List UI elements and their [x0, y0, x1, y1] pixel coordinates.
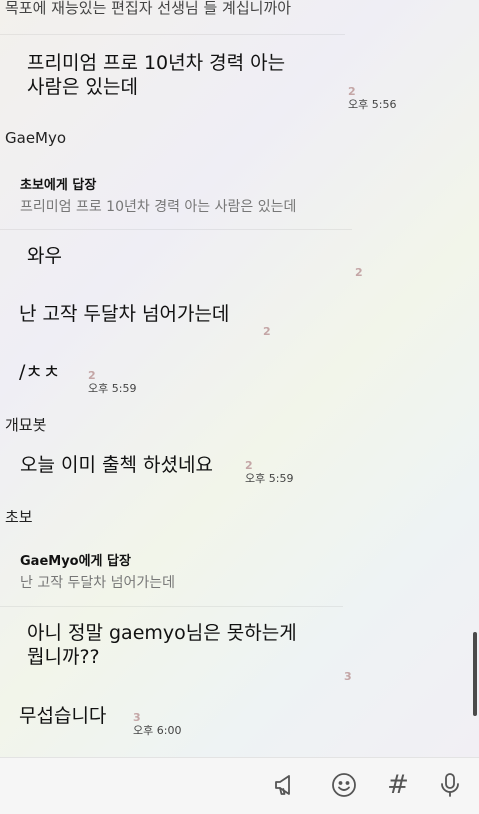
megaphone-icon[interactable] — [272, 771, 300, 799]
unread-count: 3 — [133, 711, 141, 724]
message-meta: 2 — [355, 266, 363, 279]
message-time: 오후 5:59 — [88, 382, 137, 395]
reply-quote[interactable]: 초보에게 답장 프리미엄 프로 10년차 경력 아는 사람은 있는데 — [20, 174, 296, 216]
unread-count: 2 — [88, 369, 96, 382]
message-meta: 3 오후 6:00 — [133, 711, 181, 737]
microphone-icon[interactable] — [436, 771, 464, 799]
message-text: 난 고작 두달차 넘어가는데 — [19, 303, 230, 325]
message-text: 무섭습니다 — [19, 705, 107, 727]
divider — [0, 34, 345, 35]
message-text: 와우 — [27, 245, 62, 267]
message-time: 오후 5:56 — [348, 98, 397, 111]
message-meta: 2 오후 5:56 — [348, 85, 396, 111]
reply-title: GaeMyo에게 답장 — [20, 554, 131, 569]
reply-title: 초보에게 답장 — [20, 178, 97, 193]
message-meta: 2 오후 5:59 — [245, 459, 293, 485]
hashtag-icon[interactable]: # — [384, 771, 412, 799]
emoji-icon[interactable] — [330, 771, 358, 799]
unread-count: 2 — [263, 325, 271, 338]
message-meta: 2 — [263, 325, 271, 338]
message-text: 오늘 이미 출첵 하셨네요 — [20, 454, 213, 476]
input-toolbar: # — [0, 757, 479, 814]
sender-name[interactable]: 초보 — [5, 506, 33, 527]
message-meta: 2 오후 5:59 — [88, 369, 136, 395]
message-time: 오후 5:59 — [245, 472, 294, 485]
reply-text: 프리미엄 프로 10년차 경력 아는 사람은 있는데 — [20, 199, 297, 215]
reply-quote[interactable]: GaeMyo에게 답장 난 고작 두달차 넘어가는데 — [20, 550, 175, 592]
scrollbar-thumb[interactable] — [473, 632, 477, 716]
sender-name[interactable]: 개묘봇 — [5, 414, 46, 435]
divider — [0, 229, 352, 230]
message-text: 프리미엄 프로 10년차 경력 아는 사람은 있는데 — [27, 52, 286, 98]
reply-text: 난 고작 두달차 넘어가는데 — [20, 575, 176, 591]
message-meta: 3 — [344, 670, 352, 683]
unread-count: 2 — [348, 85, 356, 98]
divider — [0, 606, 343, 607]
sender-name[interactable]: GaeMyo — [5, 129, 66, 147]
message-text: 목포에 재능있는 편집자 선생님 들 계십니까아 — [5, 0, 292, 17]
chat-area[interactable]: 목포에 재능있는 편집자 선생님 들 계십니까아 프리미엄 프로 10년차 경력… — [0, 0, 479, 757]
unread-count: 2 — [245, 459, 253, 472]
unread-count: 2 — [355, 266, 363, 279]
message-time: 오후 6:00 — [133, 724, 182, 737]
message-text: /ㅊㅊ — [19, 361, 61, 383]
message-text: 아니 정말 gaemyo님은 못하는게 뭡니까?? — [27, 622, 297, 668]
unread-count: 3 — [344, 670, 352, 683]
